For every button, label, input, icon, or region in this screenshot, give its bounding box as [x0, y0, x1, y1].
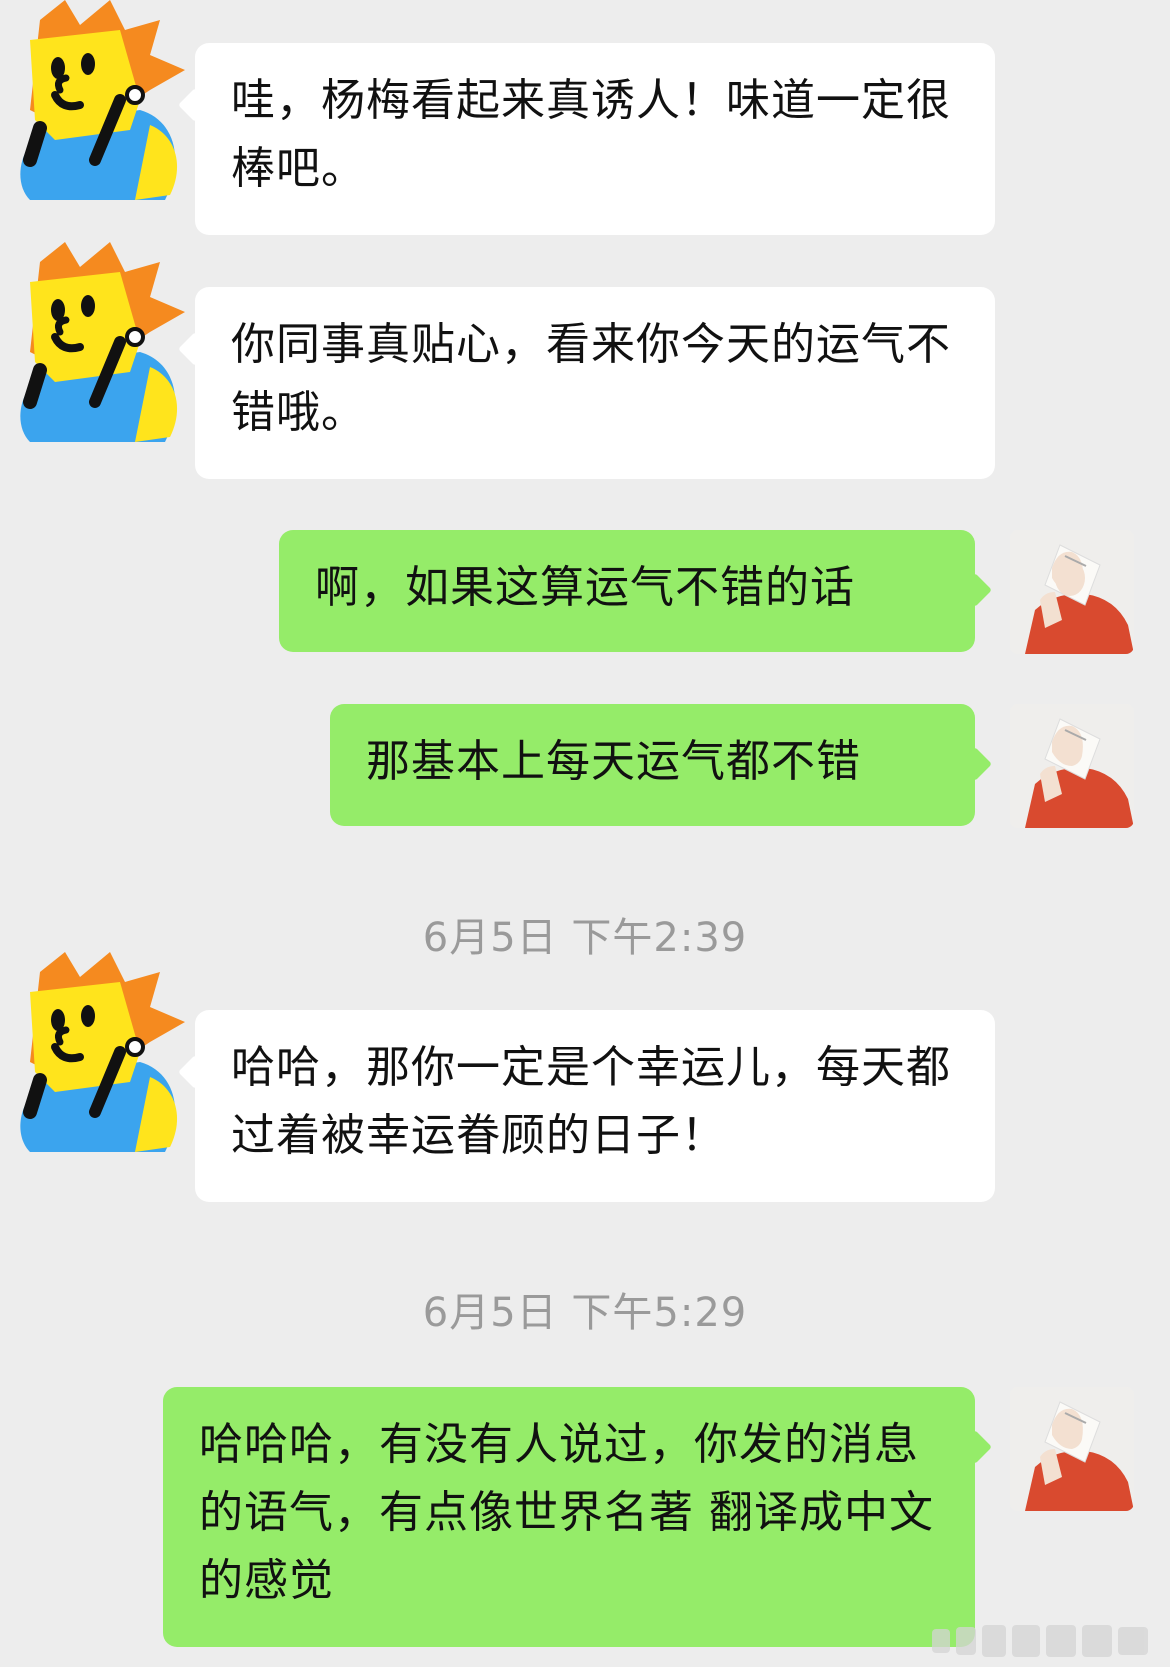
user-avatar[interactable]: [1010, 1387, 1134, 1511]
user-avatar[interactable]: [1010, 704, 1134, 828]
message-bubble-received[interactable]: 你同事真贴心，看来你今天的运气不错哦。: [195, 287, 995, 479]
message-bubble-received[interactable]: 哈哈，那你一定是个幸运儿，每天都过着被幸运眷顾的日子！: [195, 1010, 995, 1202]
contact-avatar[interactable]: [0, 952, 190, 1157]
message-text: 那基本上每天运气都不错: [366, 736, 861, 787]
chat-view: 哇，杨梅看起来真诱人！味道一定很棒吧。 你同事真贴心，看来你今天的运气不错哦。 …: [0, 0, 1170, 1667]
contact-avatar[interactable]: [0, 0, 190, 205]
profile-photo-icon: [1010, 704, 1134, 828]
user-avatar[interactable]: [1010, 530, 1134, 654]
profile-photo-icon: [1010, 530, 1134, 654]
cartoon-character-icon: [20, 242, 185, 442]
message-bubble-sent[interactable]: 那基本上每天运气都不错: [330, 704, 975, 826]
profile-photo-icon: [1010, 1387, 1134, 1511]
watermark-icon: [932, 1619, 1152, 1663]
message-text: 哈哈，那你一定是个幸运儿，每天都过着被幸运眷顾的日子！: [231, 1042, 951, 1161]
message-bubble-received[interactable]: 哇，杨梅看起来真诱人！味道一定很棒吧。: [195, 43, 995, 235]
message-text: 啊，如果这算运气不错的话: [315, 562, 855, 613]
message-text: 哈哈哈，有没有人说过，你发的消息的语气，有点像世界名著 翻译成中文的感觉: [199, 1419, 934, 1606]
message-bubble-sent[interactable]: 啊，如果这算运气不错的话: [279, 530, 975, 652]
message-bubble-sent[interactable]: 哈哈哈，有没有人说过，你发的消息的语气，有点像世界名著 翻译成中文的感觉: [163, 1387, 975, 1647]
cartoon-character-icon: [20, 0, 185, 200]
message-text: 你同事真贴心，看来你今天的运气不错哦。: [231, 319, 951, 438]
contact-avatar[interactable]: [0, 242, 190, 447]
cartoon-character-icon: [20, 952, 185, 1152]
message-text: 哇，杨梅看起来真诱人！味道一定很棒吧。: [231, 75, 951, 194]
timestamp: 6月5日 下午5:29: [422, 1290, 748, 1336]
